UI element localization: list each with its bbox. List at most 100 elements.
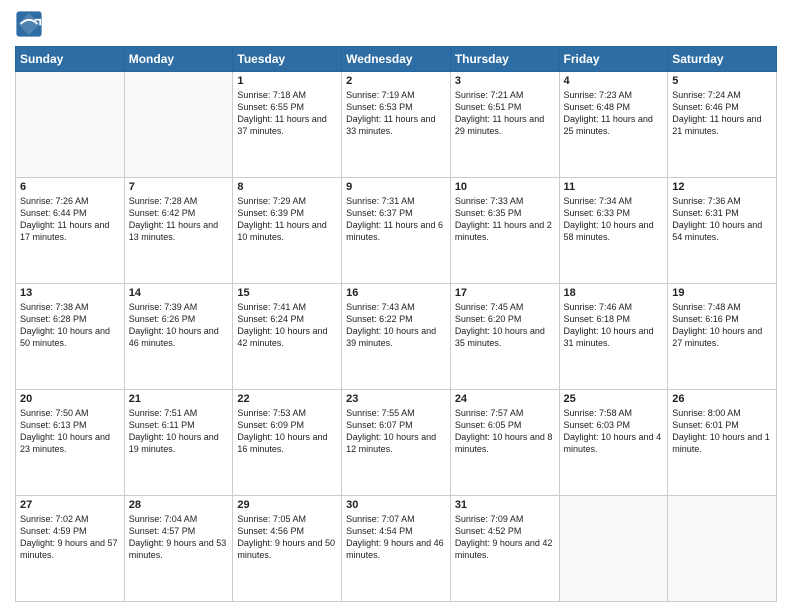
- day-number: 4: [564, 75, 664, 87]
- calendar-day-cell: 11 Sunrise: 7:34 AM Sunset: 6:33 PM Dayli…: [559, 178, 668, 284]
- col-wednesday: Wednesday: [342, 47, 451, 72]
- day-number: 19: [672, 287, 772, 299]
- calendar-day-cell: 30 Sunrise: 7:07 AM Sunset: 4:54 PM Dayli…: [342, 496, 451, 602]
- day-number: 12: [672, 181, 772, 193]
- day-info: Sunrise: 7:57 AM Sunset: 6:05 PM Dayligh…: [455, 407, 555, 456]
- calendar-day-cell: 19 Sunrise: 7:48 AM Sunset: 6:16 PM Dayli…: [668, 284, 777, 390]
- col-sunday: Sunday: [16, 47, 125, 72]
- day-number: 24: [455, 393, 555, 405]
- logo: [15, 10, 45, 38]
- day-number: 1: [237, 75, 337, 87]
- calendar-table: Sunday Monday Tuesday Wednesday Thursday…: [15, 46, 777, 602]
- day-number: 29: [237, 499, 337, 511]
- calendar-day-cell: 9Sunrise: 7:31 AM Sunset: 6:37 PM Daylig…: [342, 178, 451, 284]
- day-info: Sunrise: 8:00 AM Sunset: 6:01 PM Dayligh…: [672, 407, 772, 456]
- day-number: 13: [20, 287, 120, 299]
- day-info: Sunrise: 7:23 AM Sunset: 6:48 PM Dayligh…: [564, 89, 664, 138]
- calendar-day-cell: 14 Sunrise: 7:39 AM Sunset: 6:26 PM Dayli…: [124, 284, 233, 390]
- day-number: 11: [564, 181, 664, 193]
- day-number: 21: [129, 393, 229, 405]
- day-number: 5: [672, 75, 772, 87]
- calendar-day-cell: 28 Sunrise: 7:04 AM Sunset: 4:57 PM Dayli…: [124, 496, 233, 602]
- day-info: Sunrise: 7:33 AM Sunset: 6:35 PM Dayligh…: [455, 195, 555, 244]
- day-info: Sunrise: 7:28 AM Sunset: 6:42 PM Dayligh…: [129, 195, 229, 244]
- calendar-day-cell: 31 Sunrise: 7:09 AM Sunset: 4:52 PM Dayli…: [450, 496, 559, 602]
- day-info: Sunrise: 7:29 AM Sunset: 6:39 PM Dayligh…: [237, 195, 337, 244]
- page: Sunday Monday Tuesday Wednesday Thursday…: [0, 0, 792, 612]
- calendar-day-cell: 26 Sunrise: 8:00 AM Sunset: 6:01 PM Dayli…: [668, 390, 777, 496]
- day-info: Sunrise: 7:04 AM Sunset: 4:57 PM Dayligh…: [129, 513, 229, 562]
- day-info: Sunrise: 7:46 AM Sunset: 6:18 PM Dayligh…: [564, 301, 664, 350]
- day-info: Sunrise: 7:55 AM Sunset: 6:07 PM Dayligh…: [346, 407, 446, 456]
- day-info: Sunrise: 7:02 AM Sunset: 4:59 PM Dayligh…: [20, 513, 120, 562]
- calendar-day-cell: [668, 496, 777, 602]
- day-info: Sunrise: 7:09 AM Sunset: 4:52 PM Dayligh…: [455, 513, 555, 562]
- day-info: Sunrise: 7:48 AM Sunset: 6:16 PM Dayligh…: [672, 301, 772, 350]
- calendar-day-cell: [124, 72, 233, 178]
- day-number: 27: [20, 499, 120, 511]
- day-number: 2: [346, 75, 446, 87]
- calendar-day-cell: 6 Sunrise: 7:26 AM Sunset: 6:44 PM Daylig…: [16, 178, 125, 284]
- day-number: 8: [237, 181, 337, 193]
- day-number: 25: [564, 393, 664, 405]
- day-number: 14: [129, 287, 229, 299]
- calendar-week-row: 20 Sunrise: 7:50 AM Sunset: 6:13 PM Dayli…: [16, 390, 777, 496]
- day-info: Sunrise: 7:41 AM Sunset: 6:24 PM Dayligh…: [237, 301, 337, 350]
- day-info: Sunrise: 7:45 AM Sunset: 6:20 PM Dayligh…: [455, 301, 555, 350]
- day-number: 18: [564, 287, 664, 299]
- calendar-day-cell: 10 Sunrise: 7:33 AM Sunset: 6:35 PM Dayli…: [450, 178, 559, 284]
- day-number: 23: [346, 393, 446, 405]
- calendar-day-cell: 29 Sunrise: 7:05 AM Sunset: 4:56 PM Dayli…: [233, 496, 342, 602]
- calendar-body: 1 Sunrise: 7:18 AM Sunset: 6:55 PM Daylig…: [16, 72, 777, 602]
- col-thursday: Thursday: [450, 47, 559, 72]
- day-number: 6: [20, 181, 120, 193]
- calendar-day-cell: 1 Sunrise: 7:18 AM Sunset: 6:55 PM Daylig…: [233, 72, 342, 178]
- day-info: Sunrise: 7:19 AM Sunset: 6:53 PM Dayligh…: [346, 89, 446, 138]
- col-friday: Friday: [559, 47, 668, 72]
- calendar-day-cell: 20 Sunrise: 7:50 AM Sunset: 6:13 PM Dayli…: [16, 390, 125, 496]
- col-monday: Monday: [124, 47, 233, 72]
- day-number: 28: [129, 499, 229, 511]
- day-info: Sunrise: 7:58 AM Sunset: 6:03 PM Dayligh…: [564, 407, 664, 456]
- day-number: 22: [237, 393, 337, 405]
- day-number: 7: [129, 181, 229, 193]
- day-info: Sunrise: 7:18 AM Sunset: 6:55 PM Dayligh…: [237, 89, 337, 138]
- day-info: Sunrise: 7:43 AM Sunset: 6:22 PM Dayligh…: [346, 301, 446, 350]
- header: [15, 10, 777, 38]
- calendar-week-row: 13 Sunrise: 7:38 AM Sunset: 6:28 PM Dayli…: [16, 284, 777, 390]
- calendar-day-cell: 17Sunrise: 7:45 AM Sunset: 6:20 PM Dayli…: [450, 284, 559, 390]
- header-row: Sunday Monday Tuesday Wednesday Thursday…: [16, 47, 777, 72]
- col-saturday: Saturday: [668, 47, 777, 72]
- day-info: Sunrise: 7:39 AM Sunset: 6:26 PM Dayligh…: [129, 301, 229, 350]
- day-number: 30: [346, 499, 446, 511]
- calendar-day-cell: 13 Sunrise: 7:38 AM Sunset: 6:28 PM Dayli…: [16, 284, 125, 390]
- day-number: 15: [237, 287, 337, 299]
- calendar-day-cell: 21Sunrise: 7:51 AM Sunset: 6:11 PM Dayli…: [124, 390, 233, 496]
- day-number: 26: [672, 393, 772, 405]
- calendar-day-cell: 18 Sunrise: 7:46 AM Sunset: 6:18 PM Dayli…: [559, 284, 668, 390]
- day-number: 10: [455, 181, 555, 193]
- calendar-day-cell: 12 Sunrise: 7:36 AM Sunset: 6:31 PM Dayli…: [668, 178, 777, 284]
- calendar-day-cell: 3Sunrise: 7:21 AM Sunset: 6:51 PM Daylig…: [450, 72, 559, 178]
- day-info: Sunrise: 7:50 AM Sunset: 6:13 PM Dayligh…: [20, 407, 120, 456]
- calendar-day-cell: 16Sunrise: 7:43 AM Sunset: 6:22 PM Dayli…: [342, 284, 451, 390]
- calendar-day-cell: 27 Sunrise: 7:02 AM Sunset: 4:59 PM Dayli…: [16, 496, 125, 602]
- day-info: Sunrise: 7:36 AM Sunset: 6:31 PM Dayligh…: [672, 195, 772, 244]
- day-info: Sunrise: 7:31 AM Sunset: 6:37 PM Dayligh…: [346, 195, 446, 244]
- day-number: 31: [455, 499, 555, 511]
- calendar-day-cell: 4 Sunrise: 7:23 AM Sunset: 6:48 PM Daylig…: [559, 72, 668, 178]
- day-info: Sunrise: 7:07 AM Sunset: 4:54 PM Dayligh…: [346, 513, 446, 562]
- day-info: Sunrise: 7:53 AM Sunset: 6:09 PM Dayligh…: [237, 407, 337, 456]
- day-info: Sunrise: 7:38 AM Sunset: 6:28 PM Dayligh…: [20, 301, 120, 350]
- day-info: Sunrise: 7:26 AM Sunset: 6:44 PM Dayligh…: [20, 195, 120, 244]
- calendar-day-cell: 7 Sunrise: 7:28 AM Sunset: 6:42 PM Daylig…: [124, 178, 233, 284]
- day-info: Sunrise: 7:05 AM Sunset: 4:56 PM Dayligh…: [237, 513, 337, 562]
- calendar-day-cell: 2 Sunrise: 7:19 AM Sunset: 6:53 PM Daylig…: [342, 72, 451, 178]
- day-info: Sunrise: 7:34 AM Sunset: 6:33 PM Dayligh…: [564, 195, 664, 244]
- calendar-day-cell: 23 Sunrise: 7:55 AM Sunset: 6:07 PM Dayli…: [342, 390, 451, 496]
- col-tuesday: Tuesday: [233, 47, 342, 72]
- calendar-week-row: 1 Sunrise: 7:18 AM Sunset: 6:55 PM Daylig…: [16, 72, 777, 178]
- day-info: Sunrise: 7:21 AM Sunset: 6:51 PM Dayligh…: [455, 89, 555, 138]
- day-number: 20: [20, 393, 120, 405]
- calendar-day-cell: 5Sunrise: 7:24 AM Sunset: 6:46 PM Daylig…: [668, 72, 777, 178]
